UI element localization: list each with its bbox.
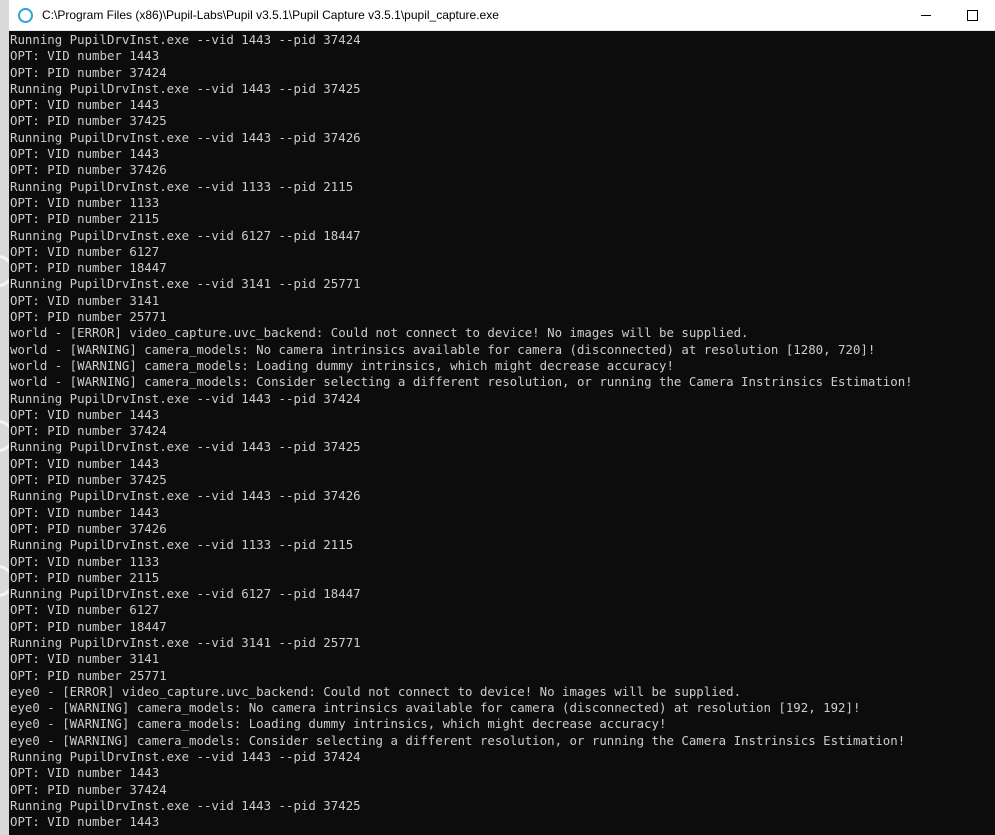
console-line: world - [WARNING] camera_models: Conside… bbox=[10, 374, 913, 390]
console-line: Running PupilDrvInst.exe --vid 1443 --pi… bbox=[10, 488, 361, 504]
console-line: OPT: VID number 1443 bbox=[10, 814, 160, 830]
console-line: Running PupilDrvInst.exe --vid 1443 --pi… bbox=[10, 390, 361, 406]
console-line: Running PupilDrvInst.exe --vid 1443 --pi… bbox=[10, 439, 361, 455]
console-line: eye0 - [WARNING] camera_models: Loading … bbox=[10, 716, 667, 732]
console-window: C:\Program Files (x86)\Pupil-Labs\Pupil … bbox=[0, 0, 995, 835]
console-line: OPT: PID number 37425 bbox=[10, 113, 167, 129]
console-line: world - [WARNING] camera_models: No came… bbox=[10, 341, 876, 357]
console-line: OPT: PID number 18447 bbox=[10, 260, 167, 276]
circle-icon bbox=[18, 7, 33, 23]
console-line: OPT: VID number 1443 bbox=[10, 504, 160, 520]
console-line: OPT: PID number 37426 bbox=[10, 162, 167, 178]
minimize-button[interactable] bbox=[903, 0, 949, 31]
console-output[interactable]: Running PupilDrvInst.exe --vid 1443 --pi… bbox=[9, 31, 995, 835]
console-line: Running PupilDrvInst.exe --vid 6127 --pi… bbox=[10, 586, 361, 602]
console-line: OPT: PID number 25771 bbox=[10, 667, 167, 683]
console-line: Running PupilDrvInst.exe --vid 1133 --pi… bbox=[10, 537, 354, 553]
console-line: OPT: VID number 1443 bbox=[10, 146, 160, 162]
console-line: OPT: VID number 1133 bbox=[10, 553, 160, 569]
console-line: Running PupilDrvInst.exe --vid 1443 --pi… bbox=[10, 80, 361, 96]
console-line: OPT: PID number 37425 bbox=[10, 472, 167, 488]
console-line: eye0 - [WARNING] camera_models: No camer… bbox=[10, 700, 861, 716]
console-line: OPT: VID number 6127 bbox=[10, 602, 160, 618]
background-window-edge bbox=[0, 0, 9, 835]
console-line: world - [WARNING] camera_models: Loading… bbox=[10, 357, 674, 373]
background-ring-shape bbox=[0, 420, 9, 452]
console-line: eye0 - [ERROR] video_capture.uvc_backend… bbox=[10, 683, 742, 699]
console-line: Running PupilDrvInst.exe --vid 1443 --pi… bbox=[10, 797, 361, 813]
console-line: Running PupilDrvInst.exe --vid 1443 --pi… bbox=[10, 749, 361, 765]
minimize-icon bbox=[921, 14, 931, 16]
console-line: OPT: VID number 6127 bbox=[10, 243, 160, 259]
console-line: eye0 - [WARNING] camera_models: Consider… bbox=[10, 732, 906, 748]
console-line: OPT: PID number 37426 bbox=[10, 520, 167, 536]
maximize-icon bbox=[966, 9, 978, 21]
background-ring-shape bbox=[0, 255, 9, 287]
console-line: Running PupilDrvInst.exe --vid 6127 --pi… bbox=[10, 227, 361, 243]
console-line: OPT: VID number 1133 bbox=[10, 194, 160, 210]
console-line: OPT: PID number 25771 bbox=[10, 309, 167, 325]
console-line: OPT: PID number 37424 bbox=[10, 781, 167, 797]
console-line: OPT: VID number 1443 bbox=[10, 455, 160, 471]
background-ring-shape bbox=[0, 565, 9, 597]
window-title: C:\Program Files (x86)\Pupil-Labs\Pupil … bbox=[42, 8, 499, 22]
console-line: Running PupilDrvInst.exe --vid 3141 --pi… bbox=[10, 634, 361, 650]
console-line: OPT: VID number 1443 bbox=[10, 97, 160, 113]
console-line: OPT: PID number 37424 bbox=[10, 423, 167, 439]
console-line: OPT: PID number 2115 bbox=[10, 211, 160, 227]
console-line: OPT: VID number 3141 bbox=[10, 651, 160, 667]
console-line: OPT: VID number 3141 bbox=[10, 292, 160, 308]
console-line: OPT: VID number 1443 bbox=[10, 406, 160, 422]
console-line: OPT: PID number 37424 bbox=[10, 64, 167, 80]
console-line: Running PupilDrvInst.exe --vid 1443 --pi… bbox=[10, 32, 361, 47]
console-line: OPT: PID number 18447 bbox=[10, 618, 167, 634]
console-line: world - [ERROR] video_capture.uvc_backen… bbox=[10, 325, 749, 341]
maximize-button[interactable] bbox=[949, 0, 995, 31]
console-line: OPT: VID number 1443 bbox=[10, 48, 160, 64]
console-line: OPT: VID number 1443 bbox=[10, 765, 160, 781]
console-line: Running PupilDrvInst.exe --vid 1133 --pi… bbox=[10, 178, 354, 194]
title-bar[interactable]: C:\Program Files (x86)\Pupil-Labs\Pupil … bbox=[9, 0, 995, 31]
console-line: OPT: PID number 2115 bbox=[10, 569, 160, 585]
console-line: Running PupilDrvInst.exe --vid 1443 --pi… bbox=[10, 129, 361, 145]
console-line: Running PupilDrvInst.exe --vid 3141 --pi… bbox=[10, 276, 361, 292]
